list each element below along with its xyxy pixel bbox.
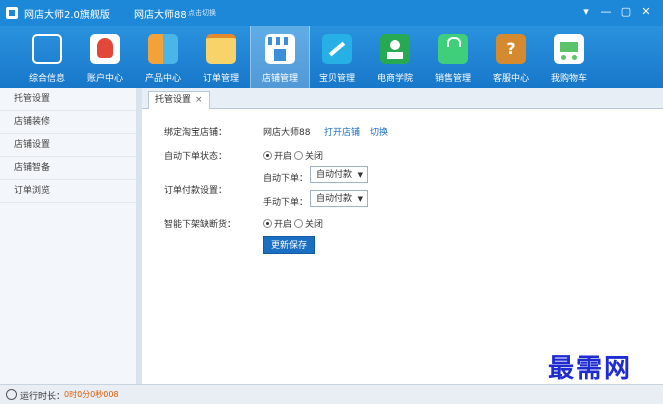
status-bar: 运行时长： 0时0分0秒008 bbox=[0, 384, 663, 404]
main-toolbar: 综合信息 账户中心 产品中心 订单管理 店铺管理 宝贝管理 电商学院 销售管理 … bbox=[0, 26, 663, 88]
toolbar-item-service[interactable]: ? 客服中心 bbox=[482, 26, 540, 88]
maximize-icon[interactable]: ▢ bbox=[618, 4, 634, 20]
manual-order-sub-label: 手动下单： bbox=[263, 198, 309, 208]
radio-unchecked-icon bbox=[294, 219, 303, 228]
toolbar-item-shop[interactable]: 店铺管理 bbox=[250, 26, 310, 88]
auto-order-label: 自动下单状态： bbox=[164, 152, 228, 162]
academy-icon bbox=[380, 34, 410, 64]
bind-shop-label: 绑定淘宝店铺： bbox=[164, 128, 228, 138]
open-shop-link[interactable]: 打开店铺 bbox=[324, 125, 360, 138]
tab-hosting-settings[interactable]: 托管设置 × bbox=[148, 91, 210, 109]
bind-shop-value: 网店大师88 bbox=[263, 128, 311, 138]
user-avatar-icon bbox=[90, 34, 120, 64]
title-bar: 网店大师2.0旗舰版 网店大师88 点击切换 ▾ — ▢ ✕ bbox=[0, 0, 663, 26]
tab-close-icon[interactable]: × bbox=[195, 95, 203, 105]
storefront-icon bbox=[265, 34, 295, 64]
tab-label: 托管设置 bbox=[155, 95, 192, 105]
product-grid-icon bbox=[148, 34, 178, 64]
auto-order-sub-label: 自动下单： bbox=[263, 174, 309, 184]
smart-delist-off-radio[interactable]: 关闭 bbox=[294, 217, 323, 230]
auto-order-off-radio[interactable]: 关闭 bbox=[294, 149, 323, 162]
payment-settings-label: 订单付款设置： bbox=[164, 186, 228, 196]
toolbar-item-sales[interactable]: 销售管理 bbox=[424, 26, 482, 88]
sidebar-item-decoration[interactable]: 店铺装修 bbox=[0, 111, 136, 134]
menu-dropdown-icon[interactable]: ▾ bbox=[578, 4, 594, 20]
auto-order-on-radio[interactable]: 开启 bbox=[263, 149, 292, 162]
help-book-icon: ? bbox=[496, 34, 526, 64]
close-icon[interactable]: ✕ bbox=[638, 4, 654, 20]
sidebar-item-order-browse[interactable]: 订单浏览 bbox=[0, 180, 136, 203]
smart-delist-on-radio[interactable]: 开启 bbox=[263, 217, 292, 230]
toolbar-item-products[interactable]: 产品中心 bbox=[134, 26, 192, 88]
runtime-value: 0时0分0秒008 bbox=[64, 390, 119, 399]
shopping-cart-icon bbox=[554, 34, 584, 64]
runtime-label: 运行时长： bbox=[20, 392, 66, 402]
order-notebook-icon bbox=[206, 34, 236, 64]
chevron-down-icon: ▼ bbox=[357, 171, 363, 179]
radio-checked-icon bbox=[263, 219, 272, 228]
switch-shop-link[interactable]: 点击切换 bbox=[188, 8, 216, 18]
switch-shop-link-main[interactable]: 切换 bbox=[370, 125, 388, 138]
wrench-tools-icon bbox=[322, 34, 352, 64]
monitor-icon bbox=[32, 34, 62, 64]
minimize-icon[interactable]: — bbox=[598, 4, 614, 20]
app-title: 网店大师2.0旗舰版 bbox=[24, 10, 110, 21]
toolbar-item-items[interactable]: 宝贝管理 bbox=[308, 26, 366, 88]
sidebar-item-shop-settings[interactable]: 店铺设置 bbox=[0, 134, 136, 157]
radio-checked-icon bbox=[263, 151, 272, 160]
tab-bar: 托管设置 × bbox=[142, 88, 663, 109]
toolbar-item-cart[interactable]: 我购物车 bbox=[540, 26, 598, 88]
chevron-down-icon: ▼ bbox=[357, 195, 363, 203]
app-logo-icon bbox=[6, 7, 18, 19]
toolbar-item-orders[interactable]: 订单管理 bbox=[192, 26, 250, 88]
radio-unchecked-icon bbox=[294, 151, 303, 160]
shopping-bag-icon bbox=[438, 34, 468, 64]
auto-order-payment-select[interactable]: 自动付款 ▼ bbox=[310, 166, 368, 183]
sidebar: 托管设置 店铺装修 店铺设置 店铺智备 订单浏览 bbox=[0, 88, 137, 384]
sidebar-item-hosting[interactable]: 托管设置 bbox=[0, 88, 136, 111]
save-button[interactable]: 更新保存 bbox=[263, 236, 315, 254]
sidebar-item-shop-prepare[interactable]: 店铺智备 bbox=[0, 157, 136, 180]
main-panel: 托管设置 × 绑定淘宝店铺： 网店大师88 打开店铺 切换 自动下单状态： 开启 … bbox=[142, 88, 663, 384]
manual-order-payment-select[interactable]: 自动付款 ▼ bbox=[310, 190, 368, 207]
site-watermark: 最需网 bbox=[548, 354, 633, 384]
shop-name: 网店大师88 bbox=[134, 10, 187, 21]
toolbar-item-overview[interactable]: 综合信息 bbox=[18, 26, 76, 88]
smart-delist-label: 智能下架缺断货： bbox=[164, 220, 237, 230]
clock-icon bbox=[6, 389, 17, 400]
toolbar-item-academy[interactable]: 电商学院 bbox=[366, 26, 424, 88]
toolbar-item-account[interactable]: 账户中心 bbox=[76, 26, 134, 88]
